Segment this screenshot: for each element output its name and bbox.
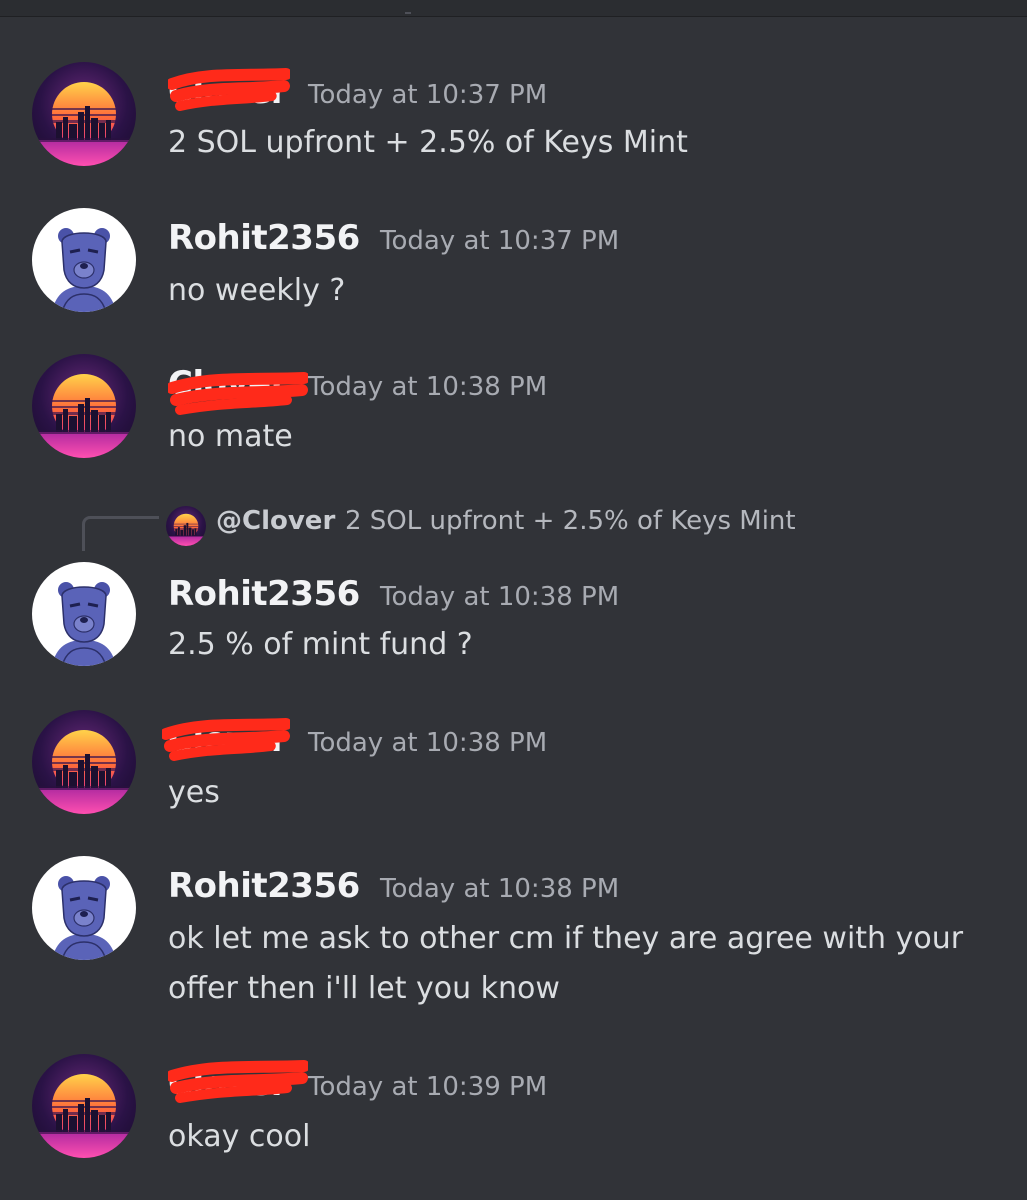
message-author[interactable]: Rohit2356 <box>168 218 360 258</box>
synthwave-city-icon <box>166 506 206 546</box>
reply-connector <box>82 516 159 551</box>
synthwave-city-icon <box>32 62 136 166</box>
message-author[interactable]: Clover <box>168 1064 287 1104</box>
user-avatar[interactable] <box>32 354 136 458</box>
message-author[interactable]: Rohit2356 <box>168 866 360 906</box>
bear-icon <box>32 562 136 666</box>
user-avatar[interactable] <box>32 856 136 960</box>
message-timestamp: Today at 10:38 PM <box>380 874 620 904</box>
bear-icon <box>32 856 136 960</box>
message-timestamp: Today at 10:38 PM <box>308 728 548 758</box>
message-author[interactable]: Clover <box>168 72 287 112</box>
message-text: 2.5 % of mint fund ? <box>168 627 473 662</box>
user-avatar[interactable] <box>32 62 136 166</box>
bear-icon <box>32 208 136 312</box>
user-avatar[interactable] <box>32 208 136 312</box>
message-text: yes <box>168 775 220 810</box>
message-text: ok let me ask to other cm if they are ag… <box>168 921 964 956</box>
message-text: no mate <box>168 419 293 454</box>
message-author[interactable]: Clover <box>168 720 287 760</box>
reply-avatar[interactable] <box>166 506 206 546</box>
user-avatar[interactable] <box>32 710 136 814</box>
message-author[interactable]: Rohit2356 <box>168 574 360 614</box>
synthwave-city-icon <box>32 710 136 814</box>
reply-author[interactable]: @Clover <box>216 506 335 536</box>
message-text: offer then i'll let you know <box>168 971 560 1006</box>
message-timestamp: Today at 10:39 PM <box>308 1072 548 1102</box>
synthwave-city-icon <box>32 354 136 458</box>
user-avatar[interactable] <box>32 562 136 666</box>
message-text: 2 SOL upfront + 2.5% of Keys Mint <box>168 125 688 160</box>
user-avatar[interactable] <box>32 1054 136 1158</box>
top-bar-mark <box>405 12 411 14</box>
message-timestamp: Today at 10:38 PM <box>380 582 620 612</box>
top-bar <box>0 0 1027 17</box>
message-text: no weekly ? <box>168 273 346 308</box>
reply-preview-text[interactable]: 2 SOL upfront + 2.5% of Keys Mint <box>345 506 796 536</box>
message-timestamp: Today at 10:37 PM <box>308 80 548 110</box>
message-timestamp: Today at 10:38 PM <box>308 372 548 402</box>
synthwave-city-icon <box>32 1054 136 1158</box>
message-author[interactable]: Clover <box>168 364 287 404</box>
message-timestamp: Today at 10:37 PM <box>380 226 620 256</box>
message-text: okay cool <box>168 1119 311 1154</box>
